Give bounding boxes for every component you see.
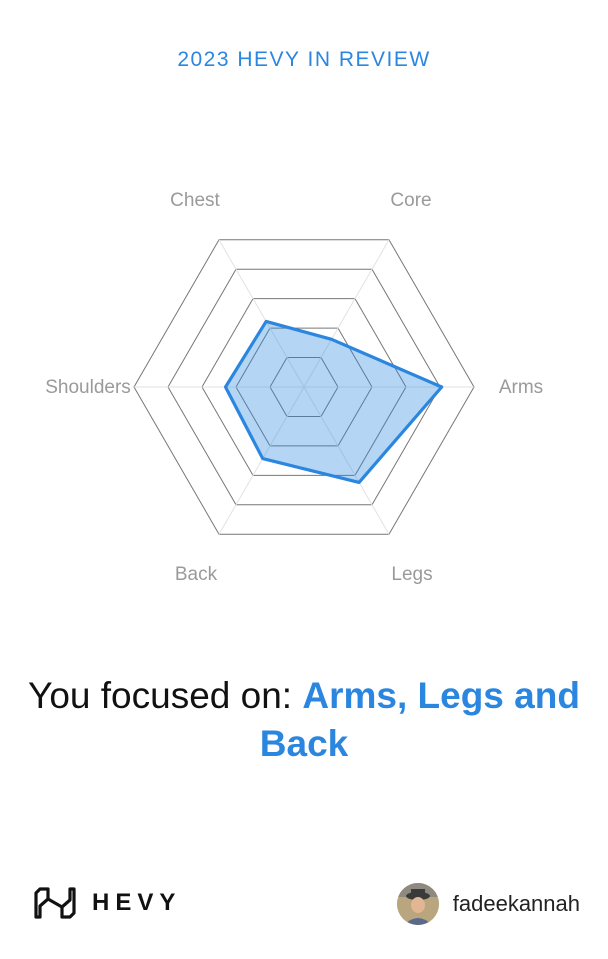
- review-title: 2023 HEVY IN REVIEW: [177, 48, 431, 71]
- headline-focus: Arms, Legs and Back: [259, 675, 580, 764]
- axis-label-shoulders: Shoulders: [45, 377, 131, 398]
- headline-prefix: You focused on:: [28, 675, 303, 716]
- axis-label-chest: Chest: [170, 190, 220, 211]
- axis-label-back: Back: [175, 564, 218, 585]
- hevy-logo-icon: [34, 887, 76, 919]
- radar-series-area: [223, 319, 444, 485]
- user-profile: fadeekannah: [396, 883, 580, 925]
- axis-label-core: Core: [390, 190, 431, 211]
- username: fadeekannah: [452, 891, 580, 916]
- focus-headline: You focused on: Arms, Legs and Back: [0, 672, 608, 768]
- axis-label-legs: Legs: [391, 564, 432, 585]
- brand-wordmark: HEVY: [92, 889, 182, 916]
- axis-label-arms: Arms: [499, 377, 543, 398]
- radar-chart: Chest Core Arms Legs Back Shoulders: [45, 190, 543, 585]
- radar-series: [223, 319, 444, 485]
- user-avatar: [396, 883, 439, 925]
- hevy-logo: HEVY: [34, 886, 181, 920]
